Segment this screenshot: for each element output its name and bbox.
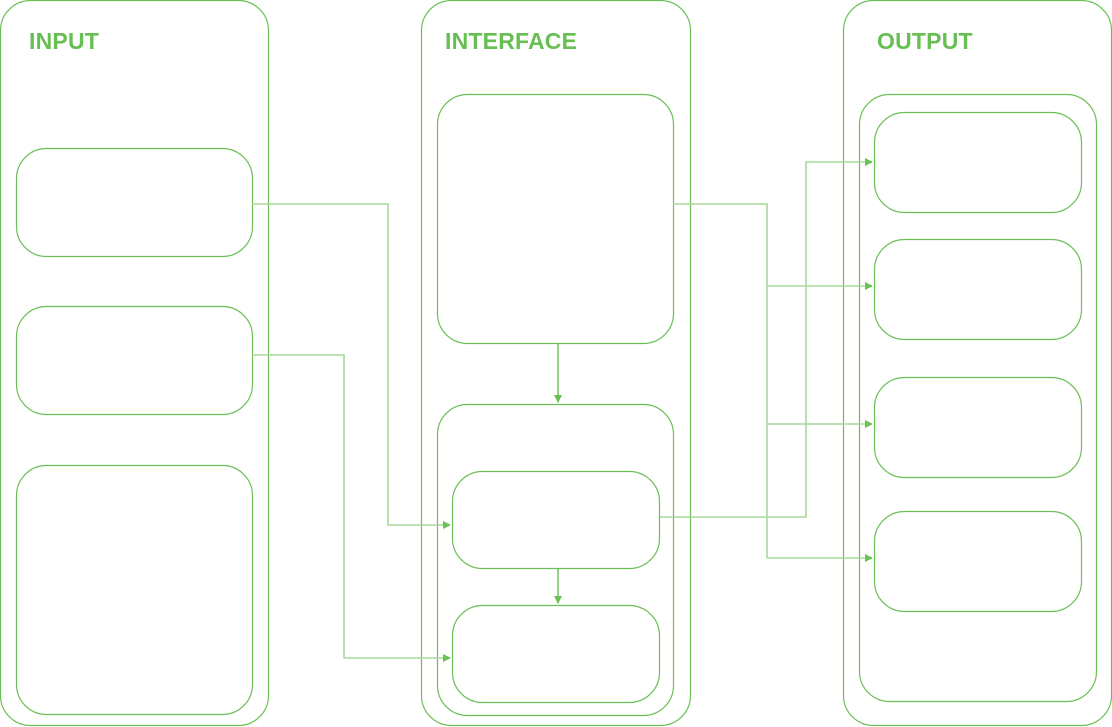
connector-input1-to-interface1 <box>252 203 451 529</box>
connector-inner1-to-output-1 <box>660 158 873 518</box>
input-box-2 <box>15 305 254 416</box>
interface-title: INTERFACE <box>445 28 578 54</box>
output-box-4 <box>873 510 1083 613</box>
interface-box-top <box>436 93 675 345</box>
output-box-2 <box>873 238 1083 341</box>
interface-inner-box-2 <box>451 604 661 704</box>
output-box-3 <box>873 376 1083 479</box>
input-box-3 <box>15 464 254 716</box>
output-box-1 <box>873 111 1083 214</box>
input-box-1 <box>15 147 254 258</box>
connector-input2-to-interface2 <box>252 354 451 662</box>
diagram-canvas <box>0 0 1112 727</box>
interface-inner-box-1 <box>451 470 661 570</box>
input-title: INPUT <box>29 28 99 54</box>
output-title: OUTPUT <box>877 28 973 54</box>
